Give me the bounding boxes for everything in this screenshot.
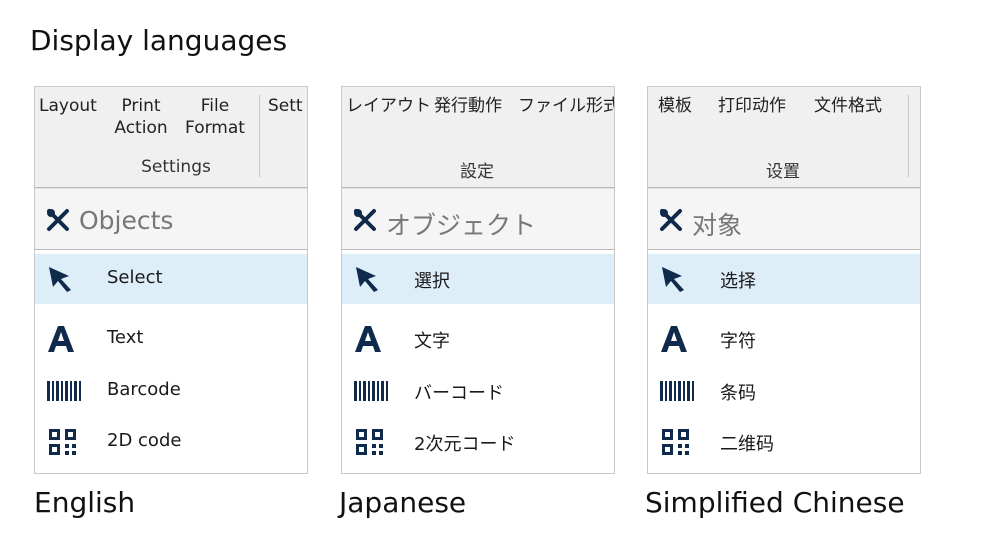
ribbon-group-label: 设置 xyxy=(766,162,800,182)
object-item-2d-code[interactable]: 2次元コード xyxy=(342,417,614,467)
letter-a-icon xyxy=(355,326,381,352)
barcode-icon xyxy=(47,381,81,401)
barcode-icon xyxy=(660,381,694,401)
tab-print-action[interactable]: Print Action xyxy=(105,95,177,139)
tab-file-format[interactable]: ファイル形式 xyxy=(518,95,614,117)
caption-japanese: Japanese xyxy=(339,486,467,519)
object-item-text[interactable]: Text xyxy=(35,314,307,364)
japanese-panel: レイアウト 発行動作 ファイル形式 設定 オブジェクト 選択 文字 バーコード … xyxy=(341,86,615,474)
object-item-barcode[interactable]: Barcode xyxy=(35,366,307,416)
object-item-label: 选择 xyxy=(720,271,756,292)
ribbon-separator xyxy=(908,95,909,177)
objects-header-label: オブジェクト xyxy=(386,211,537,240)
cursor-arrow-icon xyxy=(49,267,71,292)
qr-code-icon xyxy=(662,429,689,455)
tools-icon xyxy=(660,209,682,231)
cursor-arrow-icon xyxy=(662,267,684,292)
objects-header-label: Objects xyxy=(79,206,174,235)
object-item-label: 2D code xyxy=(107,430,182,451)
ribbon-group-label: Settings xyxy=(141,157,211,177)
tools-icon xyxy=(47,209,69,231)
english-panel: Layout Print Action File Format Sett Set… xyxy=(34,86,308,474)
tab-file-format[interactable]: File Format xyxy=(181,95,249,139)
caption-english: English xyxy=(34,486,136,519)
object-item-label: 字符 xyxy=(720,331,756,352)
letter-a-icon xyxy=(48,326,74,352)
object-item-select[interactable]: 選択 xyxy=(342,254,614,304)
ribbon: Layout Print Action File Format Sett Set… xyxy=(35,87,307,188)
object-item-label: 二维码 xyxy=(720,434,774,455)
barcode-icon xyxy=(354,381,388,401)
object-item-label: 文字 xyxy=(414,331,450,352)
ribbon-group-label: 設定 xyxy=(460,162,494,182)
qr-code-icon xyxy=(356,429,383,455)
object-item-label: Barcode xyxy=(107,379,181,400)
object-item-select[interactable]: 选择 xyxy=(648,254,920,304)
object-item-label: 2次元コード xyxy=(414,434,516,455)
objects-header: 对象 xyxy=(648,188,920,250)
objects-header: Objects xyxy=(35,188,307,250)
object-item-barcode[interactable]: 条码 xyxy=(648,366,920,416)
simplified-chinese-panel: 模板 打印动作 文件格式 设置 对象 选择 字符 条码 二维码 xyxy=(647,86,921,474)
tab-file-format[interactable]: 文件格式 xyxy=(814,95,882,117)
page-heading: Display languages xyxy=(30,24,288,57)
tab-layout[interactable]: Layout xyxy=(39,95,97,117)
object-item-label: Text xyxy=(107,327,144,348)
ribbon-separator xyxy=(259,95,260,177)
object-item-select[interactable]: Select xyxy=(35,254,307,304)
letter-a-icon xyxy=(661,326,687,352)
object-item-label: 条码 xyxy=(720,383,756,404)
ribbon: レイアウト 発行動作 ファイル形式 設定 xyxy=(342,87,614,188)
object-item-2d-code[interactable]: 2D code xyxy=(35,417,307,467)
tab-settings-truncated[interactable]: Sett xyxy=(268,95,306,117)
tab-print-action[interactable]: 打印动作 xyxy=(718,95,786,117)
tools-icon xyxy=(354,209,376,231)
ribbon: 模板 打印动作 文件格式 设置 xyxy=(648,87,920,188)
objects-header-label: 对象 xyxy=(692,211,743,240)
tab-template[interactable]: 模板 xyxy=(658,95,692,117)
caption-simplified-chinese: Simplified Chinese xyxy=(645,486,905,519)
object-item-text[interactable]: 字符 xyxy=(648,314,920,364)
object-item-2d-code[interactable]: 二维码 xyxy=(648,417,920,467)
tab-layout[interactable]: レイアウト xyxy=(346,95,431,117)
qr-code-icon xyxy=(49,429,76,455)
object-item-label: 選択 xyxy=(414,271,450,292)
tab-print-action[interactable]: 発行動作 xyxy=(434,95,502,117)
object-item-text[interactable]: 文字 xyxy=(342,314,614,364)
object-item-label: バーコード xyxy=(414,383,504,404)
objects-header: オブジェクト xyxy=(342,188,614,250)
cursor-arrow-icon xyxy=(356,267,378,292)
object-item-barcode[interactable]: バーコード xyxy=(342,366,614,416)
object-item-label: Select xyxy=(107,267,163,288)
